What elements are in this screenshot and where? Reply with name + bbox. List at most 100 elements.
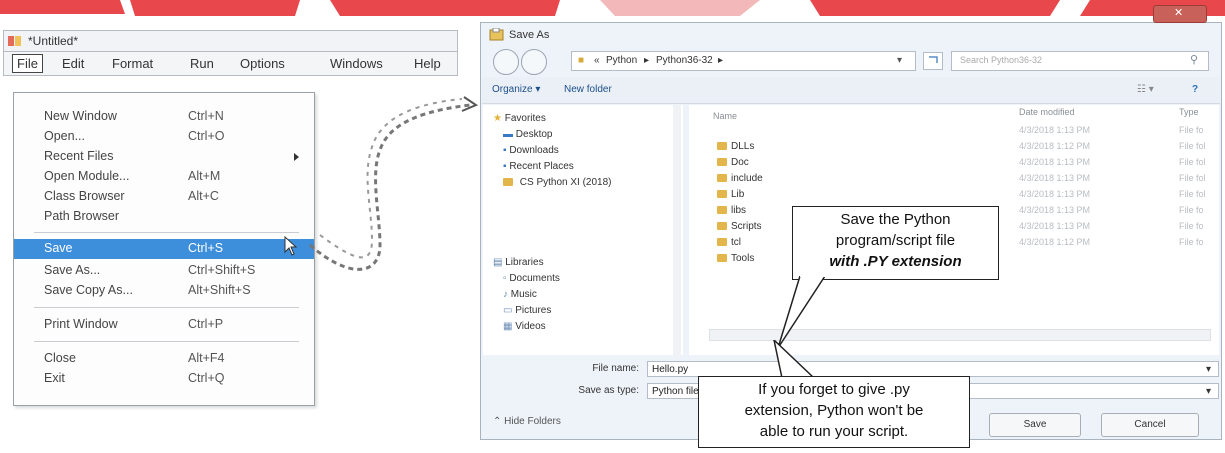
libraries-header[interactable]: ▤ Libraries [493,257,544,268]
menu-windows[interactable]: Windows [330,56,383,71]
file-name: libs [731,205,747,216]
file-row-lib[interactable]: Lib [717,189,744,200]
breadcrumb-python[interactable]: Python [606,55,637,66]
nav-item-label: CS Python XI (2018) [519,177,612,188]
menu-options[interactable]: Options [240,56,285,71]
column-header-type[interactable]: Type [1179,107,1199,117]
menu-item-shortcut: Alt+F4 [188,351,225,365]
hide-folders-label: Hide Folders [504,416,561,427]
breadcrumb-separator: ▸ [644,55,650,66]
search-input[interactable]: Search Python36-32 ⚲ [951,51,1209,71]
menu-bar: File Edit Format Run Options Windows Hel… [3,52,458,76]
forward-button[interactable] [521,49,547,75]
menu-item-close[interactable]: Close Alt+F4 [14,349,314,369]
nav-item-pictures[interactable]: ▭ Pictures [503,305,551,316]
menu-item-print-window[interactable]: Print Window Ctrl+P [14,315,314,335]
videos-icon: ▦ [503,321,513,332]
type-cell: File fol [1179,189,1206,199]
chevron-down-icon: ▾ [1206,364,1212,375]
menu-item-save-as[interactable]: Save As... Ctrl+Shift+S [14,261,314,281]
nav-item-music[interactable]: ♪ Music [503,289,537,300]
file-row-include[interactable]: include [717,173,763,184]
menu-item-path-browser[interactable]: Path Browser [14,207,314,227]
help-icon[interactable]: ? [1192,84,1198,95]
menu-item-new-window[interactable]: New Window Ctrl+N [14,107,314,127]
desktop-icon: ▬ [503,129,513,140]
pictures-icon: ▭ [503,305,513,316]
menu-item-shortcut: Ctrl+O [188,129,225,143]
address-dropdown-icon[interactable]: ▾ [897,55,902,66]
nav-item-videos[interactable]: ▦ Videos [503,321,546,332]
nav-item-cs-python[interactable]: CS Python XI (2018) [503,177,612,188]
nav-item-downloads[interactable]: ▪ Downloads [503,145,559,156]
file-row-doc[interactable]: Doc [717,157,749,168]
nav-item-documents[interactable]: ▫ Documents [503,273,560,284]
menu-help[interactable]: Help [414,56,441,71]
save-button-label: Save [1023,419,1047,430]
menu-item-label: Save [44,241,73,255]
file-name: Lib [731,189,745,200]
menu-file[interactable]: File [12,54,43,73]
downloads-icon: ▪ [503,145,507,156]
menu-item-shortcut: Alt+C [188,189,219,203]
search-icon: ⚲ [1190,54,1199,66]
back-button[interactable] [493,49,519,75]
file-row-tools[interactable]: Tools [717,253,754,264]
menu-item-exit[interactable]: Exit Ctrl+Q [14,369,314,389]
menu-item-open-module[interactable]: Open Module... Alt+M [14,167,314,187]
nav-item-label: Pictures [515,305,552,316]
dialog-title-bar: Save As [481,23,1221,47]
star-icon: ★ [493,113,502,124]
dialog-title: Save As [509,29,550,41]
refresh-icon[interactable] [923,52,943,70]
close-button[interactable]: ✕ [1153,5,1207,23]
top-banner [0,0,1225,16]
column-header-date[interactable]: Date modified [1019,107,1075,117]
folder-icon [717,206,727,214]
menu-edit[interactable]: Edit [62,56,84,71]
file-name-input[interactable]: Hello.py ▾ [647,361,1219,377]
nav-item-label: Downloads [509,145,559,156]
menu-run[interactable]: Run [190,56,214,71]
date-cell: 4/3/2018 1:12 PM [1019,141,1091,151]
address-bar[interactable]: ■ « Python ▸ Python36-32 ▸ ▾ [571,51,916,71]
file-name-label: File name: [592,363,639,374]
favorites-label: Favorites [504,113,546,124]
breadcrumb-overflow[interactable]: « [594,55,600,66]
file-menu-dropdown: New Window Ctrl+N Open... Ctrl+O Recent … [13,92,315,406]
save-button[interactable]: Save [989,413,1081,437]
menu-item-save[interactable]: Save Ctrl+S [14,239,314,259]
menu-format[interactable]: Format [112,56,153,71]
column-header-name[interactable]: Name [713,111,737,121]
nav-scrollbar[interactable] [673,105,681,355]
menu-item-save-copy-as[interactable]: Save Copy As... Alt+Shift+S [14,281,314,301]
file-row-scripts[interactable]: Scripts [717,221,762,232]
file-name-value: Hello.py [652,364,689,375]
nav-item-desktop[interactable]: ▬ Desktop [503,129,552,140]
file-row-dlls[interactable]: DLLs [717,141,754,152]
view-options-icon[interactable]: ☷ ▾ [1137,84,1154,95]
folder-icon [717,142,727,150]
file-row-libs[interactable]: libs [717,205,746,216]
menu-item-open[interactable]: Open... Ctrl+O [14,127,314,147]
organize-button[interactable]: Organize ▾ [492,84,540,95]
menu-item-class-browser[interactable]: Class Browser Alt+C [14,187,314,207]
hide-folders-button[interactable]: ⌃ Hide Folders [493,416,561,427]
nav-item-recent-places[interactable]: ▪ Recent Places [503,161,574,172]
favorites-header[interactable]: ★ Favorites [493,113,546,124]
breadcrumb-python36-32[interactable]: Python36-32 [656,55,713,66]
recent-places-icon: ▪ [503,161,507,172]
menu-item-recent-files[interactable]: Recent Files [14,147,314,167]
search-placeholder: Search Python36-32 [960,55,1043,65]
folder-icon [717,254,727,262]
menu-item-shortcut: Alt+M [188,169,221,183]
new-folder-button[interactable]: New folder [564,84,612,95]
callout-line: Save the Python [840,211,951,228]
file-row-tcl[interactable]: tcl [717,237,741,248]
date-cell: 4/3/2018 1:13 PM [1019,157,1091,167]
idle-title: *Untitled* [28,34,79,48]
menu-item-label: Open Module... [44,169,130,183]
save-type-label: Save as type: [578,385,639,396]
cancel-button[interactable]: Cancel [1101,413,1199,437]
nav-item-label: Desktop [515,129,553,140]
